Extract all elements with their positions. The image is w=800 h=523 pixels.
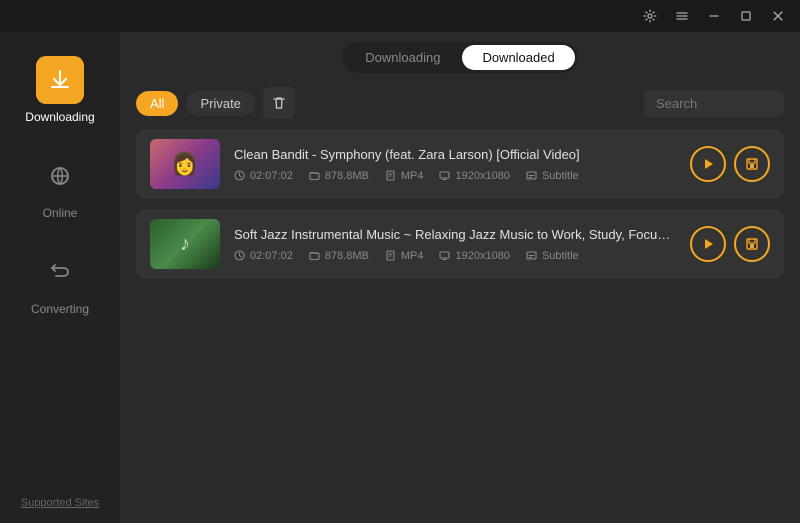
clock-icon-2: [234, 250, 245, 261]
meta-resolution-2: 1920x1080: [439, 250, 509, 262]
video-info-1: Clean Bandit - Symphony (feat. Zara Lars…: [234, 147, 676, 182]
tab-downloaded[interactable]: Downloaded: [462, 45, 574, 70]
online-icon-box: [36, 152, 84, 200]
folder-icon: [309, 170, 320, 181]
download-icon-box: [36, 56, 84, 104]
monitor-icon-2: [439, 250, 450, 261]
tab-bar: Downloading Downloaded: [120, 32, 800, 81]
save-button-1[interactable]: [734, 146, 770, 182]
search-input[interactable]: [644, 90, 784, 117]
convert-icon-box: [36, 248, 84, 296]
video-card-1: 👩 Clean Bandit - Symphony (feat. Zara La…: [136, 129, 784, 199]
sidebar: Downloading Online Converting Supported …: [0, 32, 120, 523]
close-button[interactable]: [764, 2, 792, 30]
maximize-button[interactable]: [732, 2, 760, 30]
sidebar-item-online[interactable]: Online: [0, 138, 120, 234]
content-area: Downloading Downloaded All Private 👩: [120, 32, 800, 523]
play-button-2[interactable]: [690, 226, 726, 262]
video-title-1: Clean Bandit - Symphony (feat. Zara Lars…: [234, 147, 676, 162]
file-icon: [385, 170, 396, 181]
filter-all-button[interactable]: All: [136, 91, 178, 116]
meta-duration-2: 02:07:02: [234, 250, 293, 262]
video-actions-2: [690, 226, 770, 262]
meta-size-1: 878.8MB: [309, 170, 369, 182]
meta-duration-1: 02:07:02: [234, 170, 293, 182]
meta-format-2: MP4: [385, 250, 424, 262]
supported-sites-link[interactable]: Supported Sites: [21, 497, 99, 509]
app-body: Downloading Online Converting Supported …: [0, 32, 800, 523]
folder-icon-2: [309, 250, 320, 261]
video-thumbnail-2: ♪: [150, 219, 220, 269]
tab-downloading[interactable]: Downloading: [345, 45, 460, 70]
video-info-2: Soft Jazz Instrumental Music ~ Relaxing …: [234, 227, 676, 262]
subtitle-icon: [526, 170, 537, 181]
save-button-2[interactable]: [734, 226, 770, 262]
filter-bar: All Private: [120, 81, 800, 129]
title-bar: [0, 0, 800, 32]
file-icon-2: [385, 250, 396, 261]
play-button-1[interactable]: [690, 146, 726, 182]
sidebar-footer: Supported Sites: [0, 481, 120, 523]
video-list: 👩 Clean Bandit - Symphony (feat. Zara La…: [120, 129, 800, 523]
filter-trash-button[interactable]: [263, 87, 295, 119]
sidebar-online-label: Online: [43, 206, 78, 220]
meta-subtitle-1: Subtitle: [526, 170, 579, 182]
video-meta-2: 02:07:02 878.8MB MP4 1920x1080: [234, 250, 676, 262]
meta-format-1: MP4: [385, 170, 424, 182]
settings-button[interactable]: [636, 2, 664, 30]
meta-subtitle-2: Subtitle: [526, 250, 579, 262]
meta-resolution-1: 1920x1080: [439, 170, 509, 182]
music-note-icon: ♪: [180, 233, 190, 256]
window-controls: [636, 2, 792, 30]
menu-button[interactable]: [668, 2, 696, 30]
video-actions-1: [690, 146, 770, 182]
sidebar-downloading-label: Downloading: [25, 110, 94, 124]
sidebar-item-downloading[interactable]: Downloading: [0, 42, 120, 138]
main-tab-group: Downloading Downloaded: [342, 42, 577, 73]
minimize-button[interactable]: [700, 2, 728, 30]
monitor-icon: [439, 170, 450, 181]
video-title-2: Soft Jazz Instrumental Music ~ Relaxing …: [234, 227, 676, 242]
video-thumbnail-1: 👩: [150, 139, 220, 189]
sidebar-converting-label: Converting: [31, 302, 89, 316]
video-meta-1: 02:07:02 878.8MB MP4 1920x1080: [234, 170, 676, 182]
clock-icon: [234, 170, 245, 181]
subtitle-icon-2: [526, 250, 537, 261]
sidebar-item-converting[interactable]: Converting: [0, 234, 120, 330]
video-card-2: ♪ Soft Jazz Instrumental Music ~ Relaxin…: [136, 209, 784, 279]
filter-private-button[interactable]: Private: [186, 91, 254, 116]
meta-size-2: 878.8MB: [309, 250, 369, 262]
